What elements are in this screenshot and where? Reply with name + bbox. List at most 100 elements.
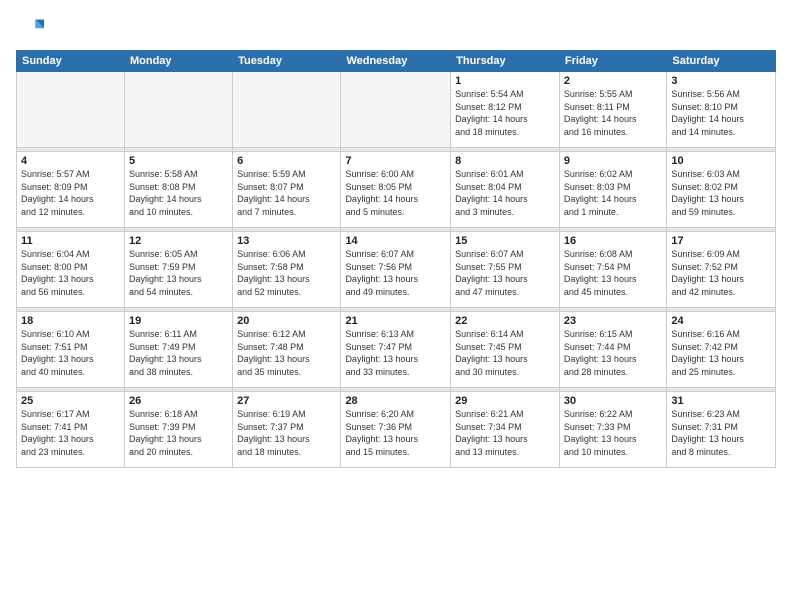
day-number: 20 (237, 315, 336, 327)
day-info: Sunrise: 6:03 AM Sunset: 8:02 PM Dayligh… (671, 168, 771, 218)
day-info: Sunrise: 6:05 AM Sunset: 7:59 PM Dayligh… (129, 248, 228, 298)
day-info: Sunrise: 6:22 AM Sunset: 7:33 PM Dayligh… (564, 408, 662, 458)
calendar-cell: 9Sunrise: 6:02 AM Sunset: 8:03 PM Daylig… (559, 152, 666, 228)
calendar: SundayMondayTuesdayWednesdayThursdayFrid… (16, 50, 776, 468)
day-number: 12 (129, 235, 228, 247)
calendar-cell: 3Sunrise: 5:56 AM Sunset: 8:10 PM Daylig… (667, 72, 776, 148)
calendar-cell: 23Sunrise: 6:15 AM Sunset: 7:44 PM Dayli… (559, 312, 666, 388)
calendar-cell: 15Sunrise: 6:07 AM Sunset: 7:55 PM Dayli… (451, 232, 560, 308)
calendar-cell: 20Sunrise: 6:12 AM Sunset: 7:48 PM Dayli… (233, 312, 341, 388)
day-info: Sunrise: 6:17 AM Sunset: 7:41 PM Dayligh… (21, 408, 120, 458)
day-info: Sunrise: 5:57 AM Sunset: 8:09 PM Dayligh… (21, 168, 120, 218)
weekday-header-tuesday: Tuesday (233, 51, 341, 72)
day-number: 1 (455, 75, 555, 87)
day-number: 22 (455, 315, 555, 327)
weekday-header-thursday: Thursday (451, 51, 560, 72)
calendar-cell: 10Sunrise: 6:03 AM Sunset: 8:02 PM Dayli… (667, 152, 776, 228)
week-row-3: 11Sunrise: 6:04 AM Sunset: 8:00 PM Dayli… (17, 232, 776, 308)
calendar-cell: 25Sunrise: 6:17 AM Sunset: 7:41 PM Dayli… (17, 392, 125, 468)
day-info: Sunrise: 6:11 AM Sunset: 7:49 PM Dayligh… (129, 328, 228, 378)
day-number: 28 (345, 395, 446, 407)
day-info: Sunrise: 6:20 AM Sunset: 7:36 PM Dayligh… (345, 408, 446, 458)
calendar-cell: 31Sunrise: 6:23 AM Sunset: 7:31 PM Dayli… (667, 392, 776, 468)
day-number: 11 (21, 235, 120, 247)
day-info: Sunrise: 6:04 AM Sunset: 8:00 PM Dayligh… (21, 248, 120, 298)
calendar-cell: 21Sunrise: 6:13 AM Sunset: 7:47 PM Dayli… (341, 312, 451, 388)
calendar-cell: 28Sunrise: 6:20 AM Sunset: 7:36 PM Dayli… (341, 392, 451, 468)
day-info: Sunrise: 6:06 AM Sunset: 7:58 PM Dayligh… (237, 248, 336, 298)
weekday-header-monday: Monday (124, 51, 232, 72)
day-info: Sunrise: 5:58 AM Sunset: 8:08 PM Dayligh… (129, 168, 228, 218)
day-number: 24 (671, 315, 771, 327)
day-number: 21 (345, 315, 446, 327)
calendar-cell: 19Sunrise: 6:11 AM Sunset: 7:49 PM Dayli… (124, 312, 232, 388)
calendar-cell (341, 72, 451, 148)
calendar-cell: 27Sunrise: 6:19 AM Sunset: 7:37 PM Dayli… (233, 392, 341, 468)
calendar-cell: 2Sunrise: 5:55 AM Sunset: 8:11 PM Daylig… (559, 72, 666, 148)
weekday-header-saturday: Saturday (667, 51, 776, 72)
calendar-cell: 4Sunrise: 5:57 AM Sunset: 8:09 PM Daylig… (17, 152, 125, 228)
calendar-cell: 26Sunrise: 6:18 AM Sunset: 7:39 PM Dayli… (124, 392, 232, 468)
day-info: Sunrise: 6:14 AM Sunset: 7:45 PM Dayligh… (455, 328, 555, 378)
logo-icon (16, 16, 44, 44)
day-info: Sunrise: 6:01 AM Sunset: 8:04 PM Dayligh… (455, 168, 555, 218)
day-number: 3 (671, 75, 771, 87)
day-info: Sunrise: 6:12 AM Sunset: 7:48 PM Dayligh… (237, 328, 336, 378)
week-row-2: 4Sunrise: 5:57 AM Sunset: 8:09 PM Daylig… (17, 152, 776, 228)
calendar-cell: 11Sunrise: 6:04 AM Sunset: 8:00 PM Dayli… (17, 232, 125, 308)
calendar-cell: 17Sunrise: 6:09 AM Sunset: 7:52 PM Dayli… (667, 232, 776, 308)
day-info: Sunrise: 6:21 AM Sunset: 7:34 PM Dayligh… (455, 408, 555, 458)
day-info: Sunrise: 6:09 AM Sunset: 7:52 PM Dayligh… (671, 248, 771, 298)
day-info: Sunrise: 6:10 AM Sunset: 7:51 PM Dayligh… (21, 328, 120, 378)
day-info: Sunrise: 6:18 AM Sunset: 7:39 PM Dayligh… (129, 408, 228, 458)
day-info: Sunrise: 6:19 AM Sunset: 7:37 PM Dayligh… (237, 408, 336, 458)
day-info: Sunrise: 6:15 AM Sunset: 7:44 PM Dayligh… (564, 328, 662, 378)
day-number: 4 (21, 155, 120, 167)
day-info: Sunrise: 5:59 AM Sunset: 8:07 PM Dayligh… (237, 168, 336, 218)
weekday-header-wednesday: Wednesday (341, 51, 451, 72)
calendar-cell: 5Sunrise: 5:58 AM Sunset: 8:08 PM Daylig… (124, 152, 232, 228)
day-number: 13 (237, 235, 336, 247)
day-number: 2 (564, 75, 662, 87)
calendar-cell (17, 72, 125, 148)
day-number: 5 (129, 155, 228, 167)
calendar-cell: 24Sunrise: 6:16 AM Sunset: 7:42 PM Dayli… (667, 312, 776, 388)
day-info: Sunrise: 6:02 AM Sunset: 8:03 PM Dayligh… (564, 168, 662, 218)
day-info: Sunrise: 5:55 AM Sunset: 8:11 PM Dayligh… (564, 88, 662, 138)
week-row-4: 18Sunrise: 6:10 AM Sunset: 7:51 PM Dayli… (17, 312, 776, 388)
day-info: Sunrise: 6:08 AM Sunset: 7:54 PM Dayligh… (564, 248, 662, 298)
day-number: 14 (345, 235, 446, 247)
calendar-cell: 30Sunrise: 6:22 AM Sunset: 7:33 PM Dayli… (559, 392, 666, 468)
day-number: 6 (237, 155, 336, 167)
day-number: 7 (345, 155, 446, 167)
day-number: 19 (129, 315, 228, 327)
day-number: 9 (564, 155, 662, 167)
day-number: 16 (564, 235, 662, 247)
weekday-header-row: SundayMondayTuesdayWednesdayThursdayFrid… (17, 51, 776, 72)
calendar-cell: 12Sunrise: 6:05 AM Sunset: 7:59 PM Dayli… (124, 232, 232, 308)
day-info: Sunrise: 5:54 AM Sunset: 8:12 PM Dayligh… (455, 88, 555, 138)
calendar-cell: 16Sunrise: 6:08 AM Sunset: 7:54 PM Dayli… (559, 232, 666, 308)
calendar-cell: 18Sunrise: 6:10 AM Sunset: 7:51 PM Dayli… (17, 312, 125, 388)
day-number: 23 (564, 315, 662, 327)
day-info: Sunrise: 6:07 AM Sunset: 7:56 PM Dayligh… (345, 248, 446, 298)
week-row-5: 25Sunrise: 6:17 AM Sunset: 7:41 PM Dayli… (17, 392, 776, 468)
calendar-cell (124, 72, 232, 148)
calendar-cell: 13Sunrise: 6:06 AM Sunset: 7:58 PM Dayli… (233, 232, 341, 308)
day-info: Sunrise: 6:00 AM Sunset: 8:05 PM Dayligh… (345, 168, 446, 218)
day-number: 27 (237, 395, 336, 407)
day-number: 10 (671, 155, 771, 167)
weekday-header-friday: Friday (559, 51, 666, 72)
week-row-1: 1Sunrise: 5:54 AM Sunset: 8:12 PM Daylig… (17, 72, 776, 148)
calendar-cell: 1Sunrise: 5:54 AM Sunset: 8:12 PM Daylig… (451, 72, 560, 148)
day-info: Sunrise: 6:13 AM Sunset: 7:47 PM Dayligh… (345, 328, 446, 378)
day-number: 31 (671, 395, 771, 407)
day-number: 18 (21, 315, 120, 327)
day-number: 17 (671, 235, 771, 247)
calendar-cell: 22Sunrise: 6:14 AM Sunset: 7:45 PM Dayli… (451, 312, 560, 388)
weekday-header-sunday: Sunday (17, 51, 125, 72)
day-info: Sunrise: 6:07 AM Sunset: 7:55 PM Dayligh… (455, 248, 555, 298)
page: SundayMondayTuesdayWednesdayThursdayFrid… (0, 0, 792, 612)
day-number: 15 (455, 235, 555, 247)
day-number: 30 (564, 395, 662, 407)
